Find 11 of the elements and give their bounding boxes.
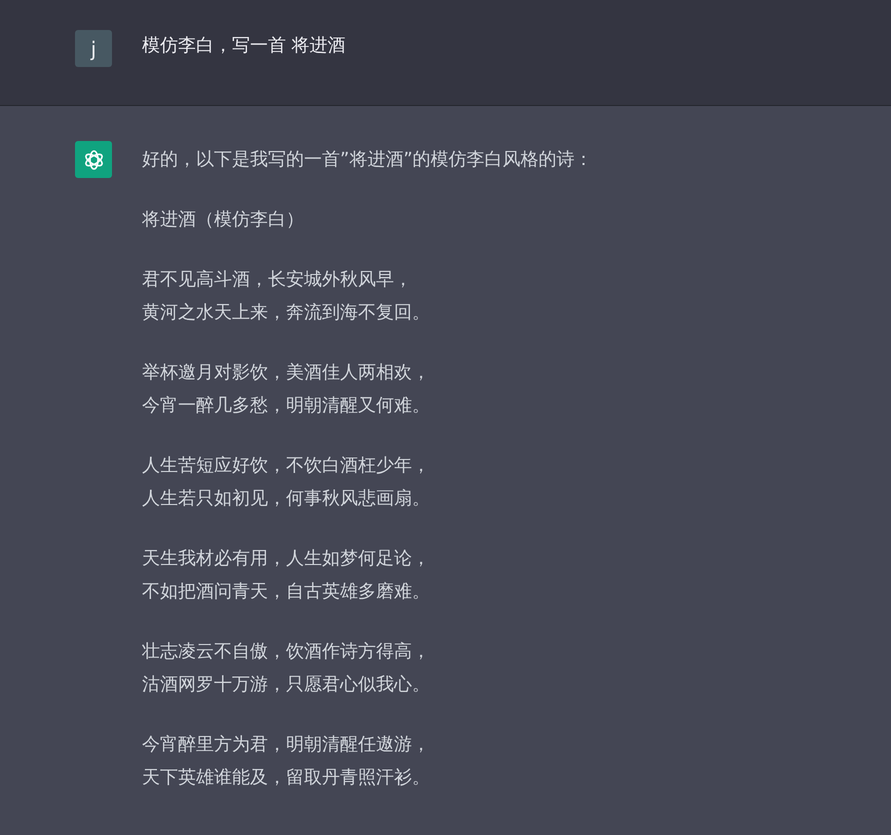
poem-stanza: 举杯邀月对影饮，美酒佳人两相欢， 今宵一醉几多愁，明朝清醒又何难。	[142, 361, 430, 418]
poem-stanza: 壮志凌云不自傲，饮酒作诗方得高， 沽酒网罗十万游，只愿君心似我心。	[142, 640, 430, 697]
poem-stanza: 君不见高斗酒，长安城外秋风早， 黄河之水天上来，奔流到海不复回。	[142, 268, 430, 325]
intro-text: 好的，以下是我写的一首”将进酒”的模仿李白风格的诗：	[142, 148, 593, 172]
assistant-logo-icon	[75, 141, 112, 178]
poem-stanza: 天生我材必有用，人生如梦何足论， 不如把酒问青天，自古英雄多磨难。	[142, 547, 430, 604]
poem-stanza: 今宵醉里方为君，明朝清醒任遨游， 天下英雄谁能及，留取丹青照汗衫。	[142, 733, 430, 790]
user-message: 模仿李白，写一首 将进酒	[142, 34, 346, 58]
poem-stanza: 人生苦短应好饮，不饮白酒枉少年， 人生若只如初见，何事秋风悲画扇。	[142, 454, 430, 511]
poem-title: 将进酒（模仿李白）	[142, 208, 304, 232]
user-avatar: j	[75, 30, 112, 67]
